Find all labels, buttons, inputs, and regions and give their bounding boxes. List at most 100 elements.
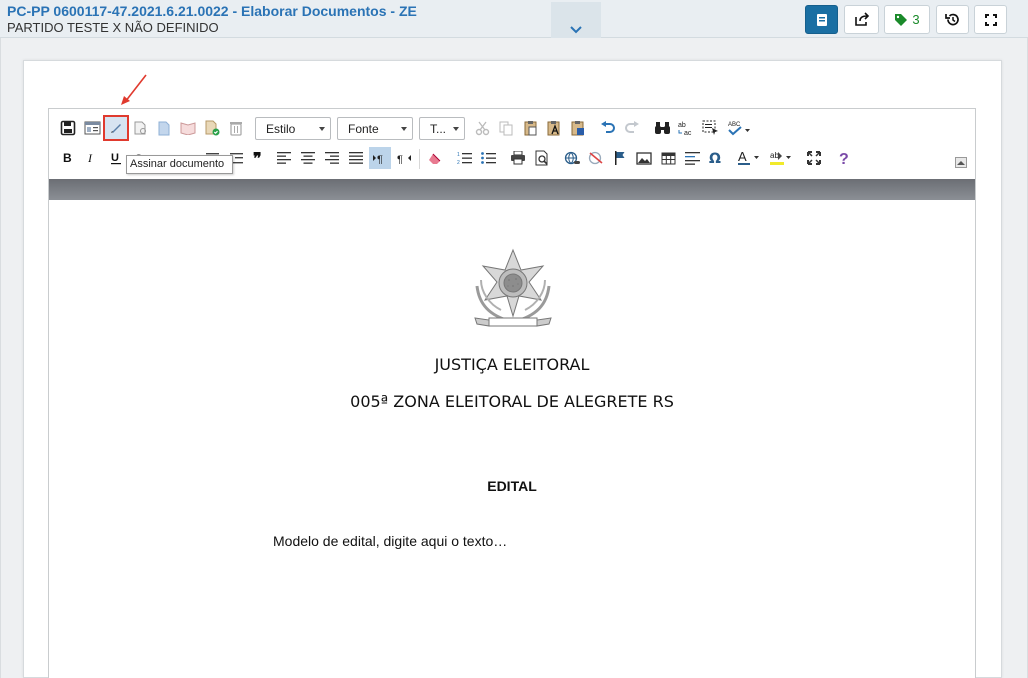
bullet-list-icon xyxy=(480,152,496,164)
copy-button[interactable] xyxy=(495,117,517,139)
ltr-button[interactable]: ¶ xyxy=(369,147,391,169)
document-page[interactable]: JUSTIÇA ELEITORAL 005ª ZONA ELEITORAL DE… xyxy=(49,200,975,678)
quote-icon: ❞ xyxy=(253,152,262,164)
preview-doc-button[interactable] xyxy=(129,117,151,139)
clipboard-word-icon xyxy=(571,121,584,136)
replace-icon: abac xyxy=(678,122,692,136)
svg-text:?: ? xyxy=(839,151,849,166)
align-left-button[interactable] xyxy=(273,147,295,169)
svg-text:Ω: Ω xyxy=(709,151,721,165)
rtl-button[interactable]: ¶ xyxy=(393,147,415,169)
image-button[interactable] xyxy=(633,147,655,169)
help-button[interactable]: ? xyxy=(833,147,855,169)
document-button[interactable] xyxy=(805,5,838,34)
book-button[interactable] xyxy=(177,117,199,139)
maximize-editor-button[interactable] xyxy=(803,147,825,169)
replace-button[interactable]: ab ac xyxy=(675,117,697,139)
highlight-icon: ab xyxy=(770,151,791,165)
save-icon xyxy=(60,120,76,136)
text-color-icon: A xyxy=(738,150,759,165)
share-button[interactable] xyxy=(844,5,879,34)
tags-button[interactable]: 3 xyxy=(884,5,930,34)
delete-button[interactable] xyxy=(225,117,247,139)
anchor-button[interactable] xyxy=(609,147,631,169)
doc-body-text: Modelo de edital, digite aqui o texto… xyxy=(273,533,508,549)
tag-count: 3 xyxy=(912,12,920,27)
align-left-icon xyxy=(277,152,291,164)
collapse-toolbar-button[interactable] xyxy=(955,157,967,168)
italic-button[interactable]: I xyxy=(81,147,103,169)
sign-document-tooltip: Assinar documento xyxy=(126,155,233,174)
blue-document-icon xyxy=(158,121,170,135)
align-center-button[interactable] xyxy=(297,147,319,169)
editor-top-margin xyxy=(49,179,975,200)
font-select[interactable]: Fonte xyxy=(337,117,413,140)
bullet-list-button[interactable] xyxy=(477,147,499,169)
link-button[interactable] xyxy=(561,147,583,169)
binoculars-icon xyxy=(654,122,670,134)
fullscreen-button[interactable] xyxy=(974,5,1007,34)
unlink-icon xyxy=(588,151,603,165)
find-button[interactable] xyxy=(651,117,673,139)
spellcheck-button[interactable]: ABC xyxy=(725,117,753,139)
sign-document-button[interactable] xyxy=(103,115,129,141)
table-icon xyxy=(661,152,675,164)
italic-icon: I xyxy=(87,151,93,165)
highlight-color-button[interactable]: ab xyxy=(767,147,795,169)
svg-text:A: A xyxy=(738,150,747,164)
print-button[interactable] xyxy=(507,147,529,169)
underline-button[interactable]: U xyxy=(105,147,127,169)
paste-word-button[interactable] xyxy=(567,117,589,139)
magnifier-document-icon xyxy=(535,150,548,166)
print-preview-button[interactable] xyxy=(531,147,553,169)
flag-icon xyxy=(615,151,625,165)
redo-icon xyxy=(625,121,639,133)
doc-line-zona: 005ª ZONA ELEITORAL DE ALEGRETE RS xyxy=(350,392,674,411)
image-icon xyxy=(636,151,652,165)
align-right-icon xyxy=(325,152,339,164)
history-button[interactable] xyxy=(936,5,969,34)
paste-button[interactable] xyxy=(519,117,541,139)
rich-text-editor: Estilo Fonte T... abac ABC B I U S x ❞ ¶… xyxy=(48,108,976,678)
share-icon xyxy=(854,12,869,26)
approve-doc-button[interactable] xyxy=(201,117,223,139)
doc-heading-edital: EDITAL xyxy=(487,478,537,494)
new-doc-button[interactable] xyxy=(153,117,175,139)
tag-icon xyxy=(895,13,908,26)
special-char-button[interactable]: Ω xyxy=(705,147,727,169)
paste-text-button[interactable] xyxy=(543,117,565,139)
link-globe-icon xyxy=(564,151,580,165)
doc-line-justica: JUSTIÇA ELEITORAL xyxy=(434,355,590,374)
annotation-arrow-icon xyxy=(121,74,147,105)
template-button[interactable] xyxy=(81,117,103,139)
blockquote-button[interactable]: ❞ xyxy=(249,147,271,169)
select-all-button[interactable] xyxy=(699,117,721,139)
horizontal-rule-button[interactable] xyxy=(681,147,703,169)
justify-button[interactable] xyxy=(345,147,367,169)
document-check-icon xyxy=(205,120,219,136)
underline-icon: U xyxy=(111,152,121,165)
document-search-icon xyxy=(134,121,146,134)
font-size-select[interactable]: T... xyxy=(419,117,465,140)
template-icon xyxy=(84,121,100,135)
style-select[interactable]: Estilo xyxy=(255,117,331,140)
text-color-button[interactable]: A xyxy=(735,147,763,169)
coat-of-arms-emblem xyxy=(474,248,552,327)
svg-text:1: 1 xyxy=(457,152,460,158)
remove-format-button[interactable] xyxy=(423,147,445,169)
save-button[interactable] xyxy=(57,117,79,139)
bold-button[interactable]: B xyxy=(57,147,79,169)
cut-button[interactable] xyxy=(471,117,493,139)
numbered-list-button[interactable]: 12 xyxy=(453,147,475,169)
undo-button[interactable] xyxy=(597,117,619,139)
clipboard-icon xyxy=(524,121,536,136)
table-button[interactable] xyxy=(657,147,679,169)
unlink-button[interactable] xyxy=(585,147,607,169)
triangle-up-icon xyxy=(957,161,965,165)
chevron-down-icon xyxy=(570,26,582,34)
spellcheck-icon: ABC xyxy=(728,122,750,136)
redo-button[interactable] xyxy=(621,117,643,139)
select-all-icon xyxy=(702,120,718,135)
align-right-button[interactable] xyxy=(321,147,343,169)
expand-header-button[interactable] xyxy=(551,2,601,38)
